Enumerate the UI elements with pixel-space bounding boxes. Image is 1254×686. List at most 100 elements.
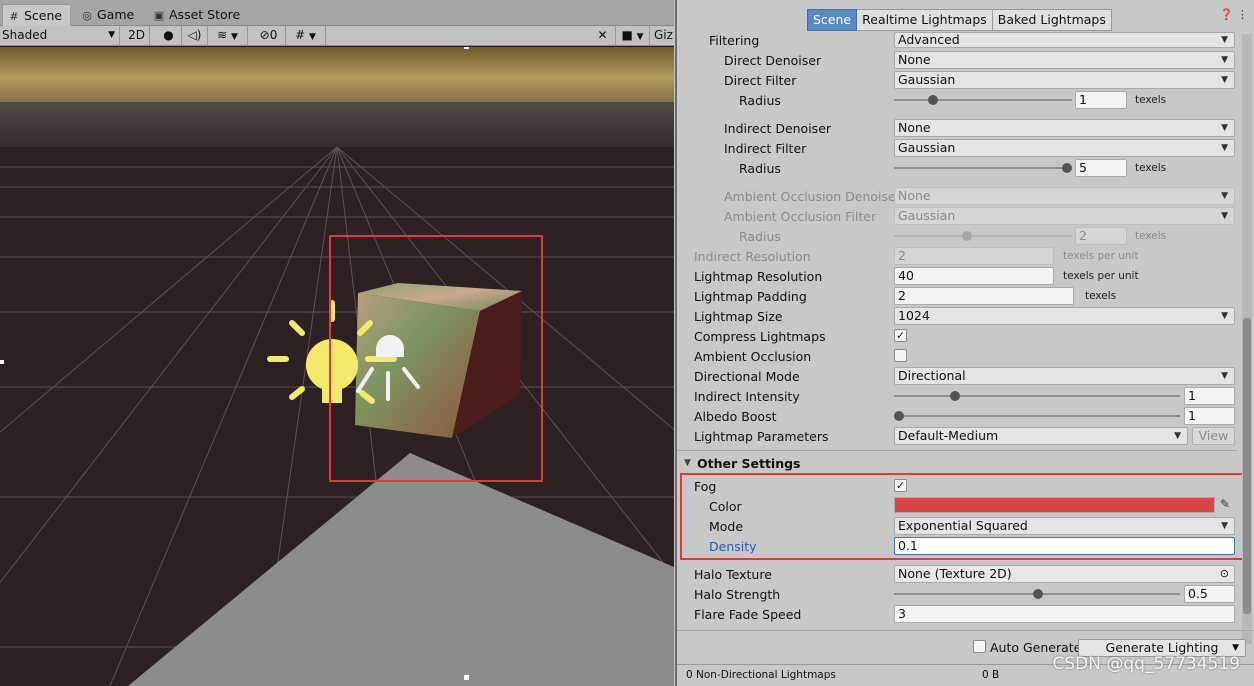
resize-handle[interactable] — [0, 360, 4, 364]
fog-row: Fog ✓ — [677, 477, 1237, 497]
lightmap-resolution-field[interactable]: 40 — [894, 267, 1054, 285]
camera-dropdown[interactable]: ■ ▼ — [616, 26, 650, 45]
indirect-filter-dropdown[interactable]: Gaussian ▼ — [894, 139, 1235, 157]
albedo-boost-row: Albedo Boost 1 — [677, 407, 1237, 427]
inspector-scrollbar[interactable] — [1242, 34, 1252, 644]
lightmap-size-dropdown[interactable]: 1024 ▼ — [894, 307, 1235, 325]
direct-filter-dropdown[interactable]: Gaussian ▼ — [894, 71, 1235, 89]
tab-scene[interactable]: # Scene — [2, 4, 72, 26]
flare-fade-speed-field[interactable]: 3 — [894, 605, 1235, 623]
tab-baked-lightmaps[interactable]: Baked Lightmaps — [992, 9, 1112, 31]
effects-dropdown[interactable]: ≋ ▼ — [208, 26, 248, 45]
ao-filter-value: Gaussian — [898, 208, 956, 223]
chevron-down-icon: ▼ — [1221, 311, 1228, 321]
albedo-boost-field[interactable]: 1 — [1184, 407, 1235, 425]
ao-radius-field: 2 — [1075, 227, 1127, 245]
lightmap-padding-label: Lightmap Padding — [694, 289, 807, 304]
2d-toggle-button[interactable]: 2D — [124, 26, 150, 45]
object-picker-icon[interactable]: ⊙ — [1220, 566, 1229, 582]
tab-game-label: Game — [97, 7, 135, 22]
direct-denoiser-value: None — [898, 52, 931, 67]
direct-radius-slider[interactable] — [894, 99, 1072, 101]
camera-icon: ■ — [621, 28, 633, 42]
resize-handle[interactable] — [464, 675, 469, 680]
indirect-intensity-field[interactable]: 1 — [1184, 387, 1235, 405]
fog-density-field[interactable]: 0.1 — [894, 537, 1235, 555]
filtering-value: Advanced — [898, 32, 960, 47]
tab-asset-store[interactable]: ▣ Asset Store — [148, 4, 248, 26]
directional-mode-dropdown[interactable]: Directional ▼ — [894, 367, 1235, 385]
fog-mode-row: Mode Exponential Squared ▼ — [677, 517, 1237, 537]
fog-density-label: Density — [709, 539, 757, 554]
grid-snap-dropdown[interactable]: # ▼ — [286, 26, 326, 45]
fog-color-row: Color ✎ — [677, 497, 1237, 517]
indirect-radius-label: Radius — [739, 161, 781, 176]
auto-generate-label: Auto Generate — [990, 640, 1082, 655]
scrollbar-thumb[interactable] — [1243, 318, 1251, 614]
fog-color-swatch[interactable] — [894, 497, 1215, 513]
other-settings-title: Other Settings — [697, 456, 801, 471]
direct-denoiser-dropdown[interactable]: None ▼ — [894, 51, 1235, 69]
tools-button[interactable]: ✕ — [590, 26, 616, 45]
direct-radius-field[interactable]: 1 — [1075, 91, 1127, 109]
lightmap-resolution-label: Lightmap Resolution — [694, 269, 823, 284]
directional-mode-row: Directional Mode Directional ▼ — [677, 367, 1237, 387]
direct-denoiser-label: Direct Denoiser — [724, 53, 822, 68]
scene-render — [0, 47, 674, 686]
direct-filter-value: Gaussian — [898, 72, 956, 87]
draw-mode-dropdown[interactable]: Shaded ▼ — [0, 26, 120, 45]
indirect-denoiser-dropdown[interactable]: None ▼ — [894, 119, 1235, 137]
lightmap-size-row: Lightmap Size 1024 ▼ — [677, 307, 1237, 327]
audio-toggle-button[interactable]: ◁) — [182, 26, 208, 45]
other-settings-header[interactable]: ▼ Other Settings — [677, 455, 1237, 473]
lightmap-padding-field[interactable]: 2 — [894, 287, 1074, 305]
chevron-down-icon: ▼ — [308, 32, 316, 42]
hidden-objects-button[interactable]: ⊘0 — [252, 26, 286, 45]
chevron-down-icon: ▼ — [1221, 521, 1228, 531]
halo-texture-value: None (Texture 2D) — [898, 566, 1012, 581]
tab-lighting-scene[interactable]: Scene — [807, 9, 858, 31]
indirect-intensity-slider[interactable] — [894, 395, 1180, 397]
chevron-down-icon: ▼ — [1221, 123, 1228, 133]
ambient-occlusion-checkbox[interactable] — [894, 349, 907, 362]
view-button: View — [1192, 427, 1235, 445]
albedo-boost-slider[interactable] — [894, 415, 1180, 417]
slider-knob[interactable] — [1062, 163, 1072, 173]
slider-knob[interactable] — [1033, 589, 1043, 599]
indirect-resolution-label: Indirect Resolution — [694, 249, 811, 264]
lightmap-parameters-dropdown[interactable]: Default-Medium ▼ — [894, 427, 1188, 445]
compress-lightmaps-checkbox[interactable]: ✓ — [894, 329, 907, 342]
chevron-down-icon: ▼ — [1174, 431, 1181, 441]
ambient-occlusion-label: Ambient Occlusion — [694, 349, 812, 364]
fog-mode-label: Mode — [709, 519, 744, 534]
indirect-radius-field[interactable]: 5 — [1075, 159, 1127, 177]
slider-knob[interactable] — [928, 95, 938, 105]
settings-icon[interactable]: ⋮ — [1237, 8, 1248, 21]
scene-viewport[interactable] — [0, 47, 674, 686]
resize-handle[interactable] — [464, 47, 469, 49]
indirect-resolution-field: 2 — [894, 247, 1054, 265]
slider-knob[interactable] — [950, 391, 960, 401]
tab-realtime-lightmaps[interactable]: Realtime Lightmaps — [857, 9, 993, 31]
section-divider — [677, 450, 1237, 451]
halo-strength-field[interactable]: 0.5 — [1184, 585, 1235, 603]
filtering-dropdown[interactable]: Advanced ▼ — [894, 32, 1235, 48]
indirect-denoiser-row: Indirect Denoiser None ▼ — [677, 119, 1237, 139]
indirect-radius-slider[interactable] — [894, 167, 1072, 169]
fog-mode-value: Exponential Squared — [898, 518, 1028, 533]
ao-radius-slider — [894, 235, 1072, 237]
lighting-toggle-button[interactable]: ● — [156, 26, 182, 45]
halo-texture-label: Halo Texture — [694, 567, 772, 582]
tab-game[interactable]: ◎ Game — [76, 4, 142, 26]
slider-knob[interactable] — [894, 411, 904, 421]
help-icon[interactable]: ❓ — [1220, 8, 1234, 21]
halo-texture-field[interactable]: None (Texture 2D) ⊙ — [894, 565, 1235, 583]
eyedropper-icon[interactable]: ✎ — [1220, 497, 1230, 511]
lighting-window: Scene Realtime Lightmaps Baked Lightmaps… — [675, 0, 1254, 686]
fog-checkbox[interactable]: ✓ — [894, 479, 907, 492]
indirect-resolution-unit: texels per unit — [1063, 250, 1139, 262]
gizmos-dropdown[interactable]: Giz — [652, 26, 674, 45]
ambient-occlusion-row: Ambient Occlusion — [677, 347, 1237, 367]
auto-generate-checkbox[interactable] — [973, 640, 986, 653]
fog-mode-dropdown[interactable]: Exponential Squared ▼ — [894, 517, 1235, 535]
